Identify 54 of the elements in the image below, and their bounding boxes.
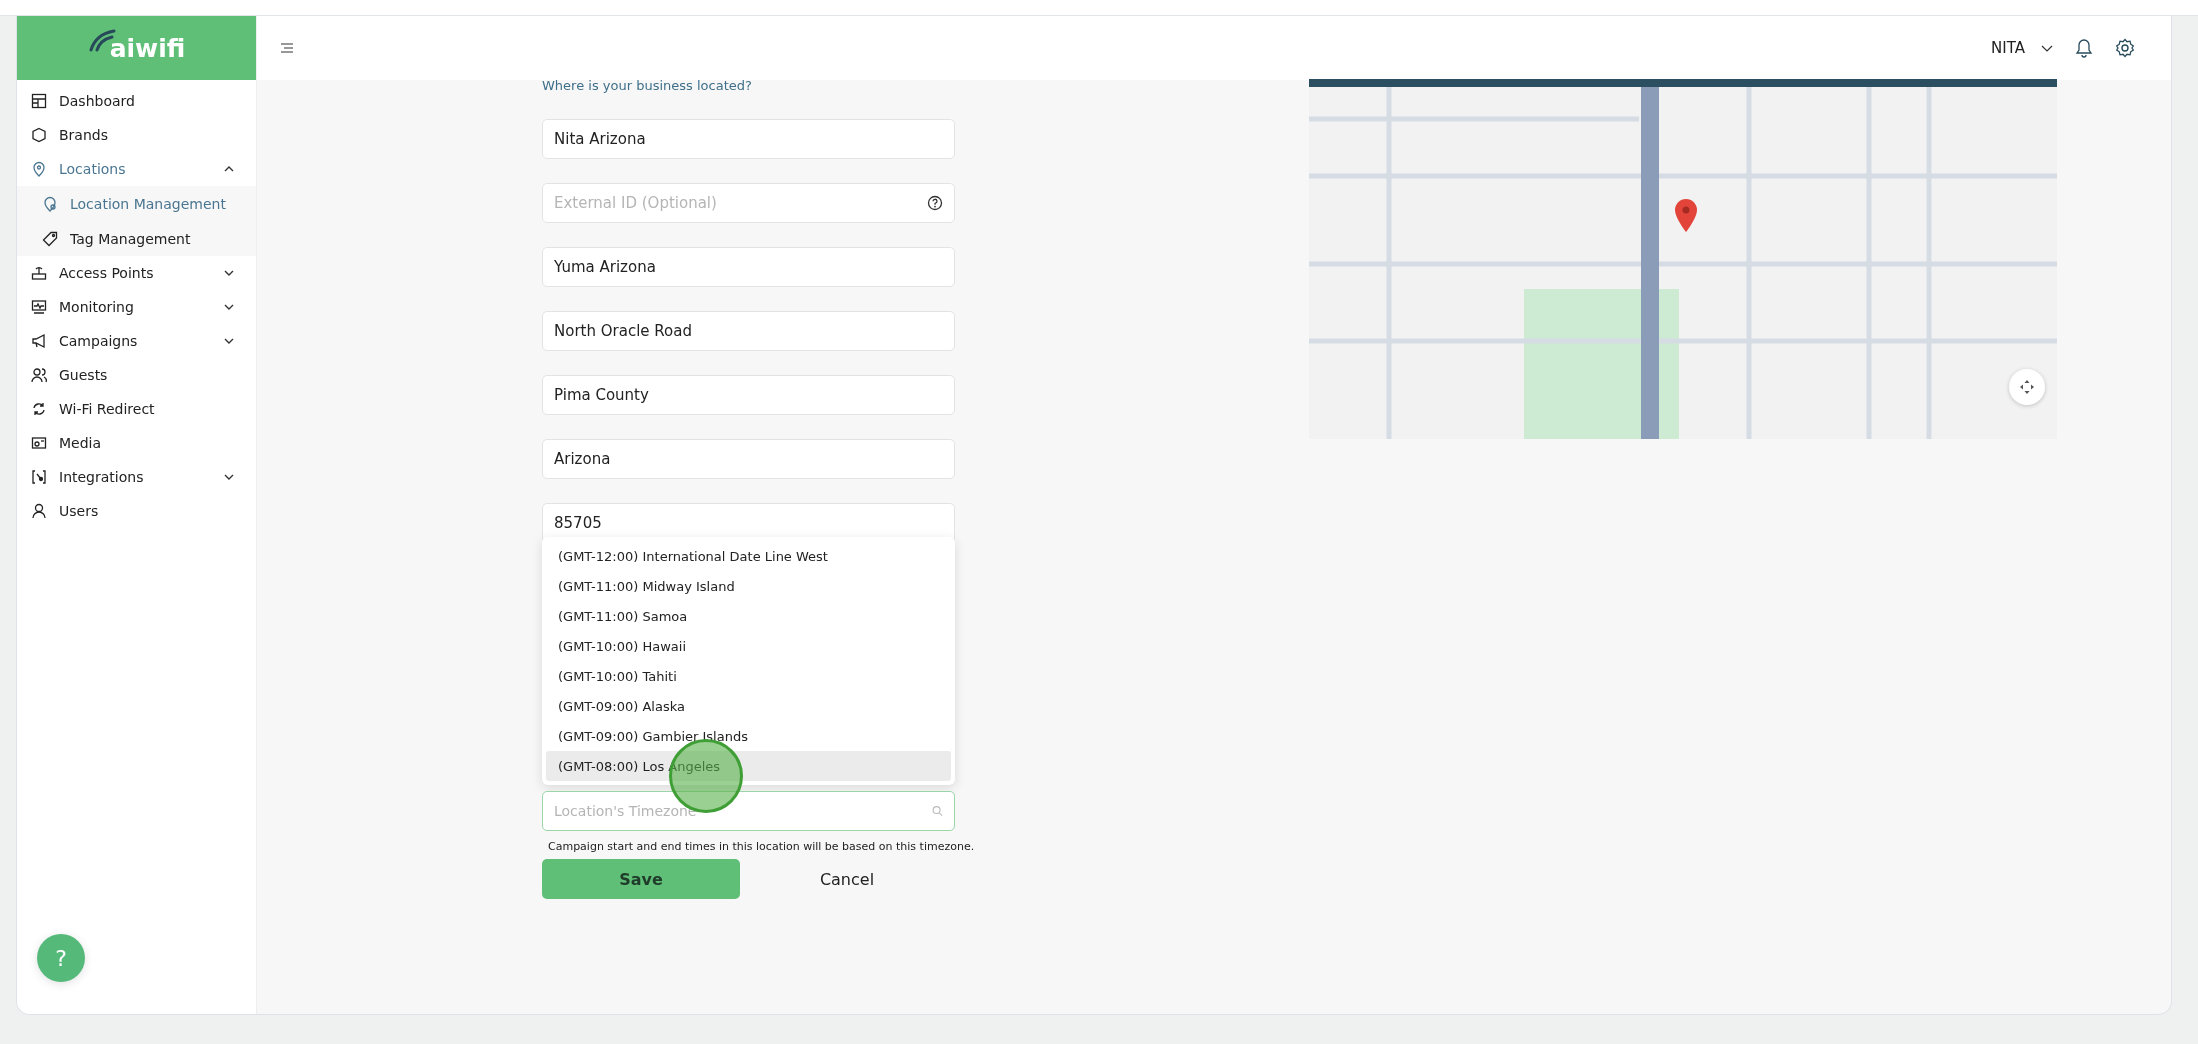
integrations-icon <box>31 469 47 485</box>
tag-icon <box>42 230 58 247</box>
sidebar-item[interactable]: Users <box>17 494 256 528</box>
text-field[interactable]: Pima County <box>542 375 955 415</box>
pin-icon <box>31 161 47 177</box>
brands-icon <box>31 127 47 143</box>
cancel-button[interactable]: Cancel <box>748 859 946 899</box>
timezone-option[interactable]: (GMT-11:00) Midway Island <box>546 571 951 601</box>
timezone-option[interactable]: (GMT-09:00) Gambier Islands <box>546 721 951 751</box>
media-icon <box>31 435 47 451</box>
sidebar-item[interactable]: Wi-Fi Redirect <box>17 392 256 426</box>
save-button[interactable]: Save <box>542 859 740 899</box>
timezone-option[interactable]: (GMT-10:00) Hawaii <box>546 631 951 661</box>
timezone-option[interactable]: (GMT-10:00) Tahiti <box>546 661 951 691</box>
menu-icon[interactable] <box>281 43 293 53</box>
router-icon <box>31 265 47 281</box>
search-icon <box>932 805 943 817</box>
timezone-search-field[interactable]: Location's Timezone <box>542 791 955 831</box>
timezone-option[interactable]: (GMT-11:00) Samoa <box>546 601 951 631</box>
megaphone-icon <box>31 333 47 349</box>
sidebar-item[interactable]: Guests <box>17 358 256 392</box>
sidebar-item[interactable]: Media <box>17 426 256 460</box>
sidebar-subitem[interactable]: Tag Management <box>17 221 256 256</box>
sidebar-item[interactable]: Locations <box>17 152 256 186</box>
four-arrows-icon <box>2019 379 2035 395</box>
timezone-note: Campaign start and end times in this location will be based on this timezone. <box>548 840 975 853</box>
dashboard-icon <box>31 93 47 109</box>
form-question: Where is your business located? <box>542 78 753 93</box>
chevron-icon[interactable] <box>2041 44 2053 52</box>
text-field[interactable]: External ID (Optional) <box>542 183 955 223</box>
redirect-icon <box>31 401 47 417</box>
help-icon[interactable] <box>927 195 943 211</box>
user-icon <box>31 503 47 519</box>
timezone-option[interactable]: (GMT-12:00) International Date Line West <box>546 541 951 571</box>
user-menu[interactable]: NITA <box>1991 39 2025 57</box>
timezone-option[interactable]: (GMT-09:00) Alaska <box>546 691 951 721</box>
map-pin-icon <box>1674 199 1698 233</box>
settings-icon[interactable] <box>2115 38 2135 58</box>
pin-gear-icon <box>42 195 58 212</box>
sidebar-item[interactable]: Monitoring <box>17 290 256 324</box>
sidebar-item[interactable]: Integrations <box>17 460 256 494</box>
text-field[interactable]: Yuma Arizona <box>542 247 955 287</box>
monitor-icon <box>31 299 47 315</box>
bell-icon[interactable] <box>2075 38 2093 58</box>
sidebar-item[interactable]: Brands <box>17 118 256 152</box>
text-field[interactable]: North Oracle Road <box>542 311 955 351</box>
sidebar-item[interactable]: Access Points <box>17 256 256 290</box>
sidebar-subitem[interactable]: Location Management <box>17 186 256 221</box>
text-field[interactable]: Arizona <box>542 439 955 479</box>
sidebar-item[interactable]: Dashboard <box>17 84 256 118</box>
text-field[interactable]: Nita Arizona <box>542 119 955 159</box>
logo-text: aiwifi <box>109 33 186 63</box>
sidebar-item[interactable]: Campaigns <box>17 324 256 358</box>
people-icon <box>31 367 47 383</box>
